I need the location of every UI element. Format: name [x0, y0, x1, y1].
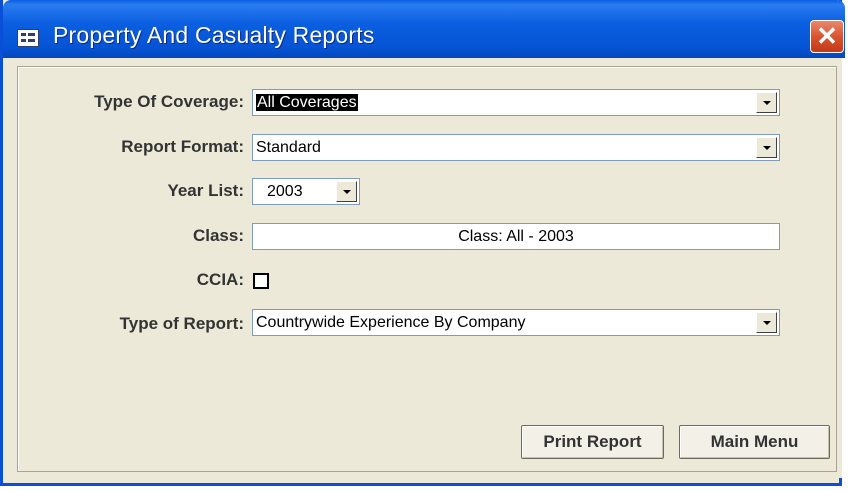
coverage-label: Type Of Coverage: — [94, 92, 244, 111]
report-window: Property And Casualty Reports ✕ Type Of … — [0, 0, 845, 486]
chevron-down-icon — [763, 101, 771, 105]
report-type-label: Type of Report: — [119, 314, 244, 333]
form-group-frame — [17, 66, 837, 472]
class-label: Class: — [192, 226, 244, 245]
report-type-dropdown-button[interactable] — [756, 312, 777, 333]
form-icon[interactable] — [17, 29, 39, 47]
year-dropdown-button[interactable] — [336, 181, 357, 202]
chevron-down-icon — [343, 190, 351, 194]
format-value: Standard — [256, 139, 321, 156]
format-select[interactable]: Standard — [252, 134, 780, 161]
chevron-down-icon — [763, 146, 771, 150]
window-title: Property And Casualty Reports — [53, 22, 375, 48]
form-body: Type Of Coverage: All Coverages Report F… — [6, 58, 842, 478]
report-type-value: Countrywide Experience By Company — [256, 314, 526, 331]
close-button[interactable]: ✕ — [810, 20, 844, 53]
coverage-dropdown-button[interactable] — [756, 92, 777, 113]
coverage-value: All Coverages — [256, 94, 358, 111]
year-value: 2003 — [267, 183, 303, 200]
ccia-label: CCIA: — [196, 270, 244, 289]
main-menu-button[interactable]: Main Menu — [679, 425, 830, 459]
coverage-select[interactable]: All Coverages — [252, 89, 780, 116]
report-type-select[interactable]: Countrywide Experience By Company — [252, 309, 780, 336]
print-report-button[interactable]: Print Report — [521, 425, 664, 459]
class-field[interactable]: Class: All - 2003 — [252, 223, 780, 250]
class-value: Class: All - 2003 — [458, 228, 574, 245]
close-icon: ✕ — [816, 21, 838, 51]
title-bar[interactable]: Property And Casualty Reports ✕ — [3, 0, 845, 58]
format-label: Report Format: — [121, 137, 244, 156]
year-select[interactable]: 2003 — [252, 178, 360, 205]
year-label: Year List: — [167, 181, 244, 200]
format-dropdown-button[interactable] — [756, 137, 777, 158]
chevron-down-icon — [763, 321, 771, 325]
ccia-checkbox[interactable] — [253, 273, 269, 289]
